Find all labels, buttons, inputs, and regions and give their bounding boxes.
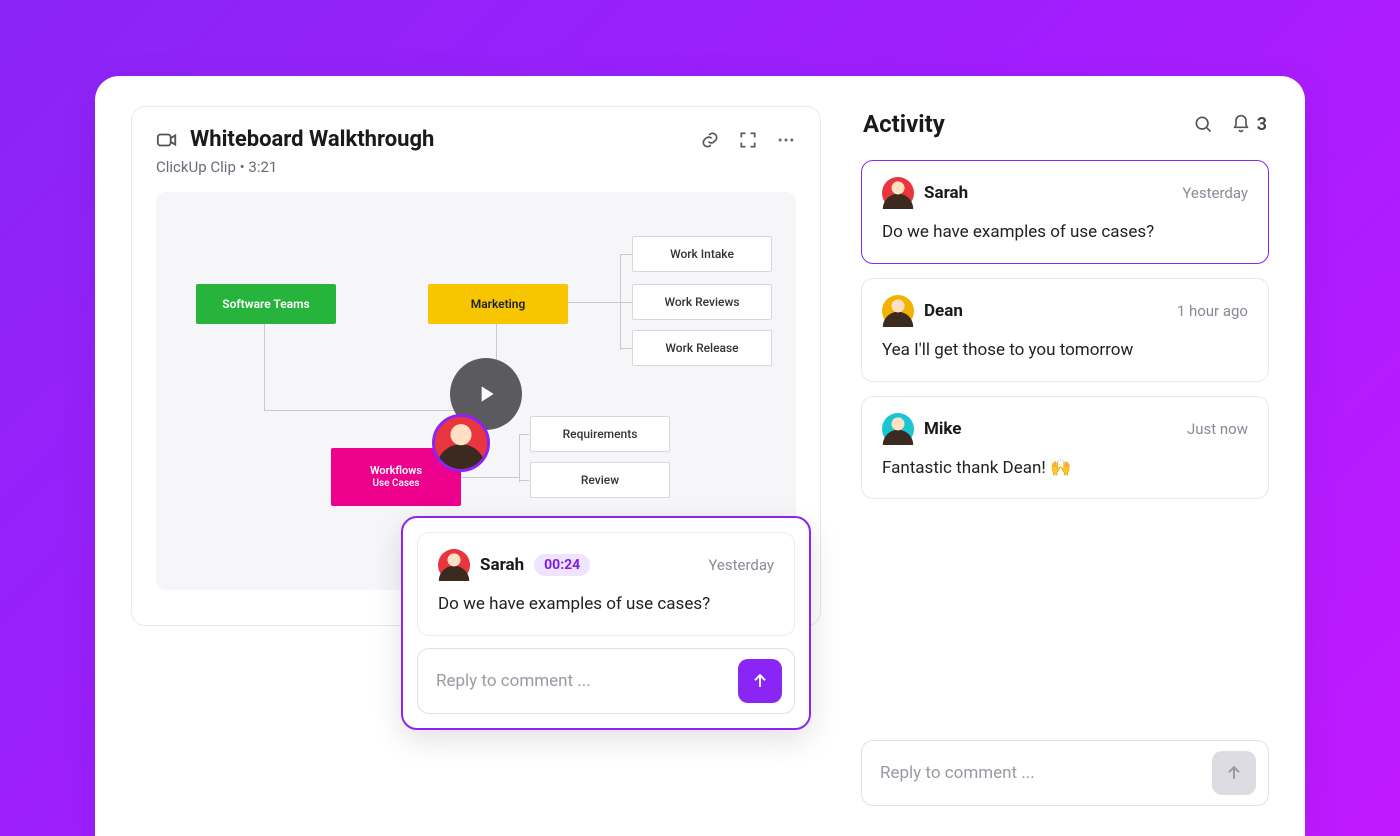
wb-node-requirements: Requirements xyxy=(530,416,670,452)
avatar xyxy=(882,295,914,327)
wb-node-review: Review xyxy=(530,462,670,498)
comment-time: Yesterday xyxy=(1182,184,1248,202)
notifications-button[interactable]: 3 xyxy=(1231,114,1267,135)
wb-node-marketing: Marketing xyxy=(428,284,568,324)
popover-comment: Sarah 00:24 Yesterday Do we have example… xyxy=(417,532,795,636)
popover-reply-box[interactable] xyxy=(417,648,795,714)
comment-body: Do we have examples of use cases? xyxy=(882,221,1248,245)
popover-when: Yesterday xyxy=(708,556,774,574)
comment-author: Mike xyxy=(924,419,961,439)
popover-reply-input[interactable] xyxy=(436,671,738,691)
link-icon[interactable] xyxy=(700,130,720,150)
popover-timestamp-chip[interactable]: 00:24 xyxy=(534,554,590,576)
comment-author: Sarah xyxy=(924,183,968,203)
comment-body: Yea I'll get those to you tomorrow xyxy=(882,339,1248,363)
activity-reply-box[interactable] xyxy=(861,740,1269,806)
avatar xyxy=(882,413,914,445)
wb-node-work-reviews: Work Reviews xyxy=(632,284,772,320)
clip-subtitle: ClickUp Clip • 3:21 xyxy=(156,158,796,176)
expand-icon[interactable] xyxy=(738,130,758,150)
wb-node-software-teams: Software Teams xyxy=(196,284,336,324)
comment-time: 1 hour ago xyxy=(1177,302,1248,320)
more-icon[interactable] xyxy=(776,130,796,150)
video-icon xyxy=(156,129,178,151)
search-icon[interactable] xyxy=(1193,114,1213,134)
avatar xyxy=(438,549,470,581)
activity-comment[interactable]: Dean 1 hour ago Yea I'll get those to you … xyxy=(861,278,1269,382)
activity-reply-input[interactable] xyxy=(880,763,1212,783)
activity-panel: Activity 3 Sarah Yesterday Do we have exam… xyxy=(861,106,1269,836)
activity-title: Activity xyxy=(863,110,945,138)
clip-header: Whiteboard Walkthrough xyxy=(156,127,796,152)
activity-comment[interactable]: Sarah Yesterday Do we have examples of use… xyxy=(861,160,1269,264)
popover-send-button[interactable] xyxy=(738,659,782,703)
avatar xyxy=(882,177,914,209)
activity-send-button[interactable] xyxy=(1212,751,1256,795)
clip-title: Whiteboard Walkthrough xyxy=(190,127,434,152)
comment-body: Fantastic thank Dean! 🙌 xyxy=(882,457,1248,481)
activity-comment[interactable]: Mike Just now Fantastic thank Dean! 🙌 xyxy=(861,396,1269,500)
timestamp-comment-popover: Sarah 00:24 Yesterday Do we have example… xyxy=(401,516,811,730)
popover-author: Sarah xyxy=(480,555,524,575)
bell-icon xyxy=(1231,114,1251,134)
wb-node-work-intake: Work Intake xyxy=(632,236,772,272)
popover-body: Do we have examples of use cases? xyxy=(438,593,774,617)
wb-node-work-release: Work Release xyxy=(632,330,772,366)
presenter-cursor-avatar xyxy=(432,414,490,472)
comment-time: Just now xyxy=(1187,420,1248,438)
notification-count: 3 xyxy=(1257,114,1267,135)
activity-comments: Sarah Yesterday Do we have examples of use… xyxy=(861,160,1269,513)
comment-author: Dean xyxy=(924,301,963,321)
